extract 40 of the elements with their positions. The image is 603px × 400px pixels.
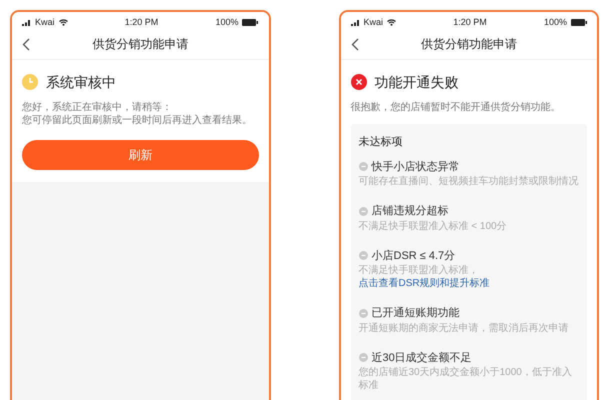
status-message: 很抱歉，您的店铺暂时不能开通供货分销功能。 [350, 100, 562, 114]
refresh-button[interactable]: 刷新 [22, 140, 258, 170]
signal-icon [350, 20, 360, 26]
carrier-name: Kwai [35, 16, 55, 29]
criterion-description: 不满足快手联盟准入标准 < 100分 [358, 220, 508, 232]
minus-circle-icon [358, 162, 368, 172]
criterion-title: 小店DSR ≤ 4.7分 [372, 248, 456, 264]
carrier-name: Kwai [364, 16, 384, 29]
minus-circle-icon [358, 353, 368, 362]
back-icon[interactable] [22, 38, 30, 50]
criterion-title: 近30日成交金额不足 [372, 350, 472, 366]
clock-icon [22, 74, 38, 90]
criterion-title: 快手小店状态异常 [372, 160, 460, 174]
criterion-description: 不满足快手联盟准入标准， 点击查看DSR规则和提升标准 [358, 264, 491, 290]
back-icon[interactable] [350, 38, 358, 50]
error-icon [350, 74, 366, 90]
status-time: 1:20 PM [453, 16, 487, 29]
criterion-description: 可能存在直播间、短视频挂车功能封禁或限制情况 [358, 175, 579, 188]
status-title: 系统审核中 [46, 72, 116, 92]
section-heading: 未达标项 [358, 135, 404, 150]
criterion-title: 已开通短账期功能 [372, 306, 460, 321]
wifi-icon [387, 19, 396, 26]
minus-circle-icon [358, 206, 368, 216]
rules-link[interactable]: 点击查看DSR规则和提升标准 [358, 278, 490, 289]
criterion-description: 您的店铺近30天内成交金额小于1000，低于准入标准 [358, 366, 573, 392]
battery-level: 100% [215, 16, 238, 29]
minus-circle-icon [358, 251, 368, 260]
status-message: 您好，系统正在审核中，请稍等： 您可停留此页面刷新或一段时间后再进入查看结果。 [22, 100, 253, 128]
battery-icon [570, 19, 587, 26]
battery-icon [242, 19, 258, 26]
signal-icon [22, 20, 31, 26]
page-title: 供货分销功能申请 [92, 36, 188, 53]
page-title: 供货分销功能申请 [420, 36, 517, 53]
criterion-title: 店铺违规分超标 [372, 204, 448, 219]
battery-level: 100% [544, 16, 567, 29]
criterion-description: 开通短账期的商家无法申请，需取消后再次申请 [358, 322, 570, 334]
wifi-icon [58, 19, 68, 26]
status-time: 1:20 PM [124, 16, 158, 29]
minus-circle-icon [358, 308, 368, 318]
status-title: 功能开通失败 [374, 72, 458, 92]
